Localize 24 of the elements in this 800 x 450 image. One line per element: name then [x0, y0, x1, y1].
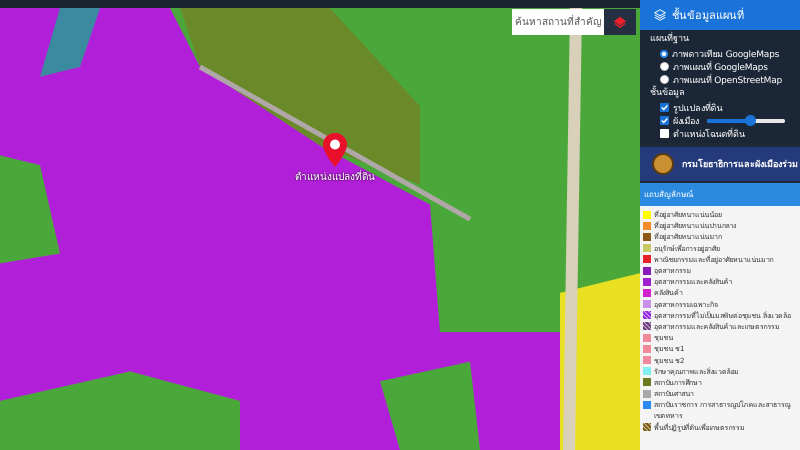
- radio-button[interactable]: [660, 50, 668, 58]
- option-label: รูปแปลงที่ดิน: [673, 100, 722, 114]
- marker-label: ตำแหน่งแปลงที่ดิน: [295, 169, 375, 184]
- checkbox[interactable]: [660, 116, 669, 125]
- layers-button[interactable]: [604, 9, 636, 35]
- option-label: ตำแหน่งโฉนดที่ดิน: [673, 126, 745, 140]
- panel-title: ชั้นข้อมูลแผนที่: [672, 6, 744, 24]
- layers-icon: [654, 9, 666, 21]
- option-label: ผังเมือง: [673, 116, 699, 128]
- option-label: ภาพดาวเทียม GoogleMaps: [672, 48, 780, 60]
- checkbox[interactable]: [660, 129, 669, 138]
- layers-icon: [613, 15, 627, 29]
- department-title: กรมโยธาธิการและผังเมืองร่วม: [682, 158, 798, 171]
- slider-thumb[interactable]: [744, 114, 756, 126]
- emblem-icon: [652, 153, 674, 175]
- section-heading: ชั้นข้อมูล: [650, 86, 800, 101]
- radio-button[interactable]: [660, 62, 669, 71]
- radio-button[interactable]: [660, 75, 669, 84]
- location-pin-icon[interactable]: [323, 133, 347, 167]
- section-heading: แผนที่ฐาน: [650, 32, 800, 47]
- legend-title: แถบสัญลักษณ์: [640, 183, 800, 206]
- option-label: ภาพแผนที่ OpenStreetMap: [673, 72, 782, 86]
- checkbox[interactable]: [660, 103, 669, 112]
- option-label: ภาพแผนที่ GoogleMaps: [673, 60, 768, 74]
